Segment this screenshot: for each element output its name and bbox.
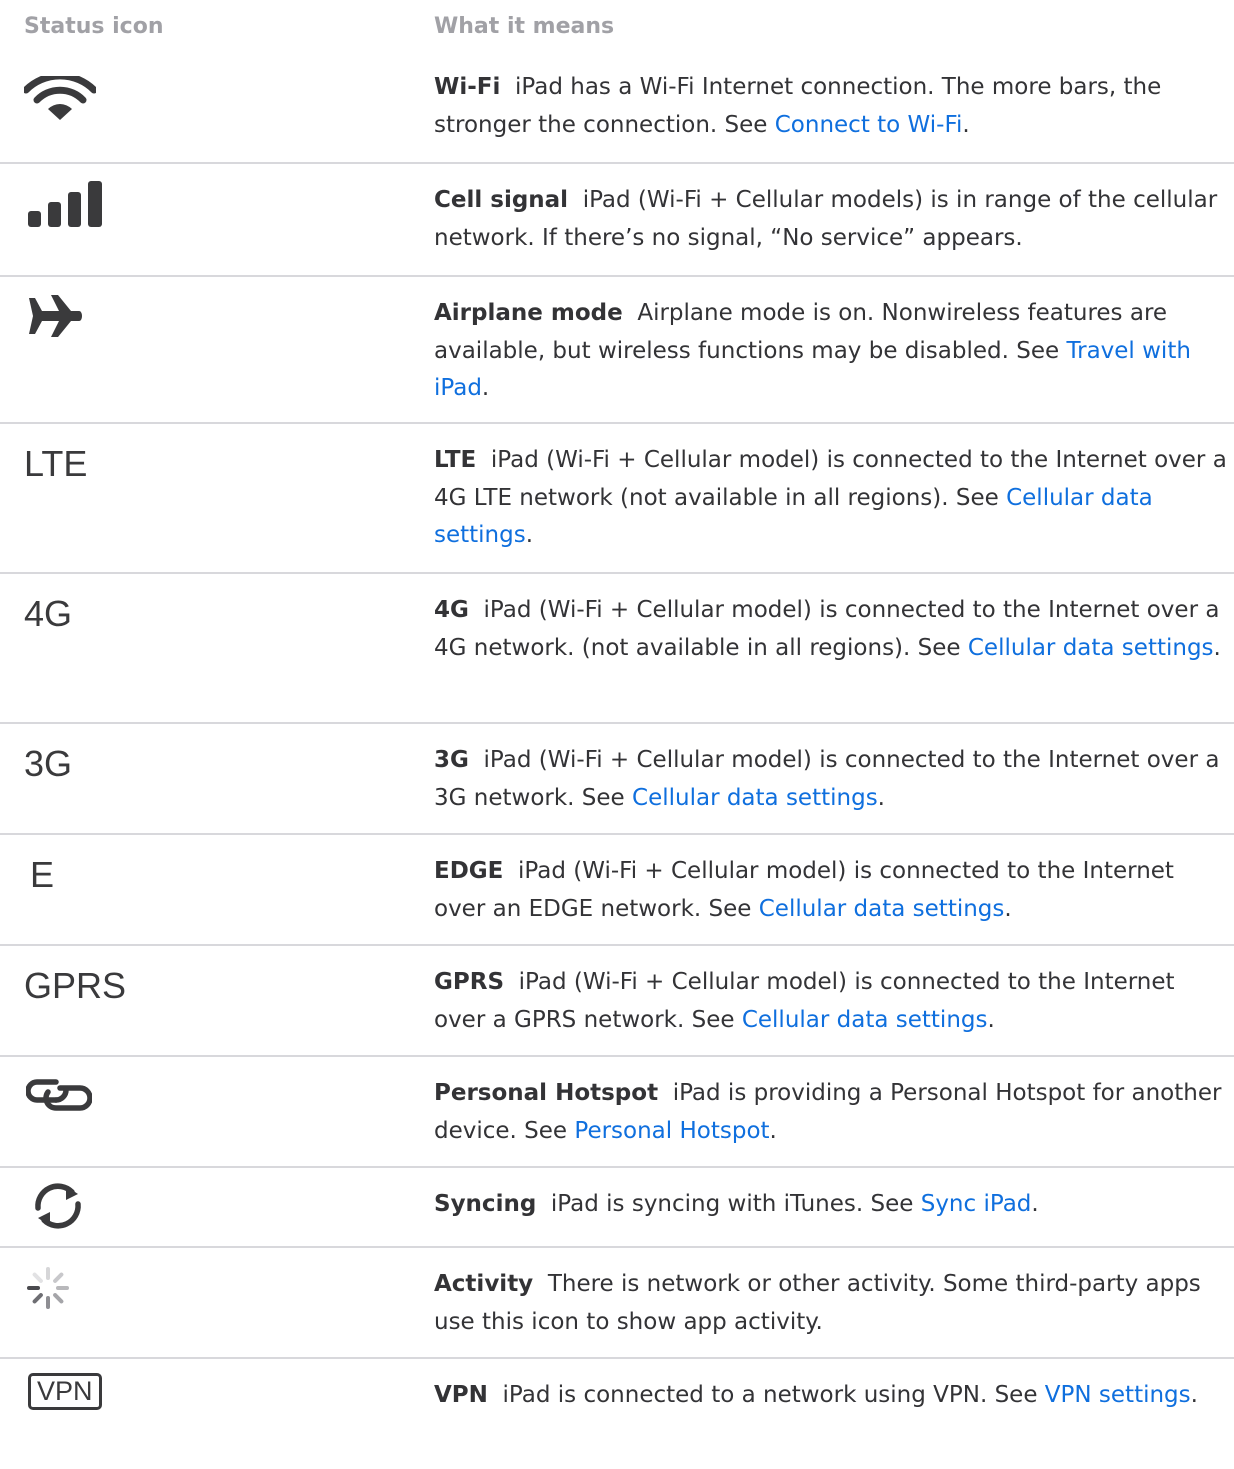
- table-row: Wi-Fi iPad has a Wi-Fi Internet connecti…: [0, 52, 1234, 164]
- row-text-end: .: [1004, 895, 1012, 922]
- activity-icon: [26, 1266, 70, 1314]
- cellular-data-settings-link[interactable]: Cellular data settings: [742, 1007, 988, 1033]
- 4g-icon-text: 4G: [24, 593, 73, 634]
- row-text-end: .: [877, 784, 885, 811]
- cellular-data-settings-link[interactable]: Cellular data settings: [632, 785, 878, 811]
- airplane-icon: [29, 295, 83, 341]
- column-header-meaning: What it means: [434, 14, 615, 39]
- lte-icon-text: LTE: [24, 443, 88, 484]
- edge-icon: E: [30, 857, 54, 893]
- row-title: EDGE: [434, 858, 504, 884]
- connect-to-wifi-link[interactable]: Connect to Wi-Fi: [775, 112, 963, 138]
- wifi-icon: [22, 72, 98, 124]
- row-title: 4G: [434, 597, 469, 623]
- row-description: 4G iPad (Wi-Fi + Cellular model) is conn…: [434, 592, 1228, 667]
- table-row: 4G 4G iPad (Wi-Fi + Cellular model) is c…: [0, 574, 1234, 724]
- table-row: GPRS GPRS iPad (Wi-Fi + Cellular model) …: [0, 946, 1234, 1057]
- table-row: VPN VPN iPad is connected to a network u…: [0, 1359, 1234, 1469]
- row-title: Syncing: [434, 1191, 537, 1217]
- gprs-icon-text: GPRS: [24, 965, 127, 1006]
- row-text-end: .: [769, 1117, 777, 1144]
- edge-icon-text: E: [30, 854, 55, 895]
- row-title: Wi-Fi: [434, 74, 501, 100]
- row-title: Activity: [434, 1271, 534, 1297]
- vpn-icon-text: VPN: [28, 1373, 102, 1410]
- row-description: Airplane mode Airplane mode is on. Nonwi…: [434, 295, 1228, 408]
- column-header-status-icon: Status icon: [24, 14, 164, 39]
- row-title: LTE: [434, 447, 477, 473]
- 4g-icon: 4G: [24, 596, 72, 632]
- row-text: There is network or other activity. Some…: [434, 1271, 1201, 1335]
- row-text: iPad is connected to a network using VPN…: [502, 1382, 1045, 1408]
- 3g-icon: 3G: [24, 746, 72, 782]
- cellular-data-settings-link[interactable]: Cellular data settings: [968, 635, 1214, 661]
- cellular-data-settings-link[interactable]: Cellular data settings: [759, 896, 1005, 922]
- row-title: GPRS: [434, 969, 505, 995]
- status-icons-table: Status icon What it means Wi-Fi iPad has…: [0, 0, 1234, 1469]
- row-text-end: .: [481, 375, 490, 401]
- row-text-end: .: [1190, 1382, 1198, 1408]
- row-text-end: .: [962, 111, 970, 138]
- sync-ipad-link[interactable]: Sync iPad: [921, 1191, 1032, 1217]
- row-description: GPRS iPad (Wi-Fi + Cellular model) is co…: [434, 964, 1228, 1039]
- row-description: LTE iPad (Wi-Fi + Cellular model) is con…: [434, 442, 1228, 555]
- lte-icon: LTE: [24, 446, 87, 482]
- row-description: Syncing iPad is syncing with iTunes. See…: [434, 1186, 1228, 1224]
- personal-hotspot-icon: [25, 1071, 93, 1121]
- row-text-end: .: [987, 1006, 995, 1033]
- cell-signal-icon: [28, 181, 106, 231]
- gprs-icon: GPRS: [24, 968, 126, 1004]
- row-description: EDGE iPad (Wi-Fi + Cellular model) is co…: [434, 853, 1228, 928]
- table-row: Activity There is network or other activ…: [0, 1248, 1234, 1359]
- vpn-icon: VPN: [28, 1373, 102, 1410]
- row-text-end: .: [1213, 634, 1221, 661]
- vpn-settings-link[interactable]: VPN settings: [1045, 1382, 1191, 1408]
- row-title: Airplane mode: [434, 300, 623, 326]
- row-text-end: .: [1031, 1191, 1039, 1217]
- table-row: LTE LTE iPad (Wi-Fi + Cellular model) is…: [0, 424, 1234, 574]
- row-text: iPad is syncing with iTunes. See: [550, 1191, 921, 1217]
- row-description: Activity There is network or other activ…: [434, 1266, 1228, 1341]
- table-row: Cell signal iPad (Wi-Fi + Cellular model…: [0, 164, 1234, 277]
- table-row: Syncing iPad is syncing with iTunes. See…: [0, 1168, 1234, 1248]
- row-description: Wi-Fi iPad has a Wi-Fi Internet connecti…: [434, 69, 1228, 144]
- 3g-icon-text: 3G: [24, 743, 73, 784]
- row-text-end: .: [525, 522, 534, 548]
- row-title: VPN: [434, 1382, 488, 1408]
- personal-hotspot-link[interactable]: Personal Hotspot: [574, 1118, 769, 1144]
- row-title: Personal Hotspot: [434, 1080, 659, 1106]
- row-description: VPN iPad is connected to a network using…: [434, 1377, 1228, 1415]
- row-title: 3G: [434, 747, 469, 773]
- row-title: Cell signal: [434, 187, 569, 213]
- row-description: Personal Hotspot iPad is providing a Per…: [434, 1075, 1228, 1150]
- table-row: 3G 3G iPad (Wi-Fi + Cellular model) is c…: [0, 724, 1234, 835]
- table-row: E EDGE iPad (Wi-Fi + Cellular model) is …: [0, 835, 1234, 946]
- row-description: 3G iPad (Wi-Fi + Cellular model) is conn…: [434, 742, 1228, 817]
- table-row: Personal Hotspot iPad is providing a Per…: [0, 1057, 1234, 1168]
- table-header: Status icon What it means: [0, 0, 1234, 52]
- syncing-icon: [26, 1182, 90, 1234]
- table-row: Airplane mode Airplane mode is on. Nonwi…: [0, 277, 1234, 424]
- row-description: Cell signal iPad (Wi-Fi + Cellular model…: [434, 182, 1228, 257]
